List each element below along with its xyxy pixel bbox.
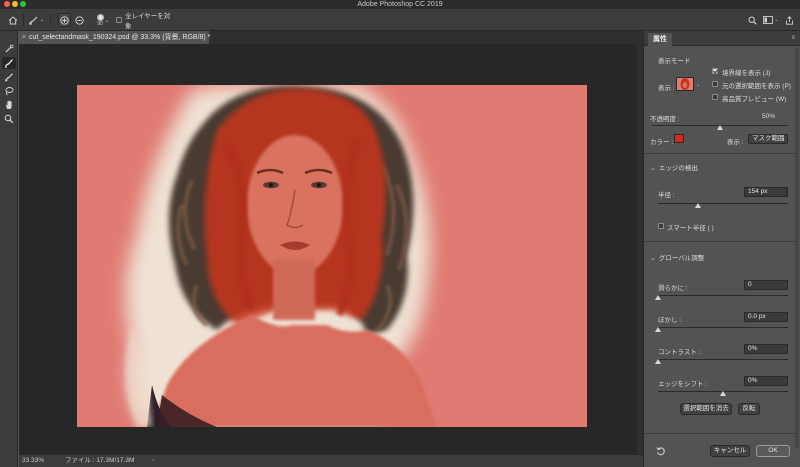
color-label: カラー : [650, 139, 674, 146]
reset-icon[interactable] [656, 446, 666, 458]
global-refine-section-toggle[interactable]: グローバル調整 [650, 252, 704, 262]
view-label: 表示 : [658, 85, 675, 92]
document-tab-label: cut_selectandmask_190324.psd @ 33.3% (背景… [29, 34, 211, 41]
zoom-level[interactable]: 33.33% [22, 455, 44, 467]
workspace-switcher-icon[interactable]: ⌄ [763, 13, 779, 27]
opacity-label: 不透明度 : [650, 116, 680, 123]
smooth-input[interactable]: 0 [744, 280, 788, 290]
sample-all-layers-label: 全レイヤーを対象 [124, 13, 171, 30]
view-mode-chevron-icon[interactable]: ⌄ [696, 82, 700, 88]
radius-label: 半径 : [658, 192, 675, 199]
properties-tab[interactable]: 属性 [648, 33, 672, 46]
brush-dot-icon [96, 13, 104, 21]
close-window-icon[interactable] [4, 1, 10, 7]
ok-button[interactable]: OK [756, 445, 790, 457]
show-original-label: 元の選択範囲を表示 (P) [722, 83, 791, 90]
opacity-value[interactable]: 50% [762, 113, 775, 120]
smooth-slider-track[interactable] [658, 295, 788, 296]
contrast-label: コントラスト : [658, 349, 701, 356]
separator [50, 14, 51, 26]
global-refine-title: グローバル調整 [658, 255, 705, 262]
cancel-button[interactable]: キャンセル [710, 445, 750, 457]
shift-edge-label: エッジをシフト : [658, 381, 708, 388]
feather-label: ぼかし : [658, 317, 682, 324]
contrast-slider-thumb[interactable] [655, 359, 661, 364]
divider [644, 433, 796, 434]
sample-all-layers-option[interactable]: 全レイヤーを対象 [116, 13, 176, 30]
smooth-slider-thumb[interactable] [655, 295, 661, 300]
brush-size-value: 90 [97, 20, 103, 27]
shift-edge-input[interactable]: 0% [744, 376, 788, 386]
quick-selection-tool-icon[interactable] [2, 43, 16, 55]
document-image[interactable] [77, 85, 587, 427]
smart-radius-shortcut: ) [709, 225, 714, 232]
panel-menu-icon[interactable]: ≡ [791, 35, 795, 41]
properties-panel: 属性 ≡ 表示モード 表示 : ⌄ 境界線を表示 (J) 元の選択範囲を表示 (… [643, 31, 800, 467]
contrast-input[interactable]: 0% [744, 344, 788, 354]
add-to-selection-button[interactable] [58, 13, 71, 27]
share-icon[interactable] [783, 13, 795, 27]
smart-radius-checkbox[interactable] [658, 223, 664, 229]
tools-panel [0, 31, 18, 467]
zoom-window-icon[interactable] [20, 1, 26, 7]
smart-radius-label: スマート半径 ( ) [667, 222, 714, 232]
contrast-slider-track[interactable] [658, 359, 788, 360]
chevron-down-icon: ⌄ [780, 136, 785, 142]
hq-preview-checkbox[interactable] [712, 94, 718, 100]
edge-detection-section-toggle[interactable]: エッジの検出 [650, 162, 698, 172]
minimize-window-icon[interactable] [12, 1, 18, 7]
status-bar: 33.33% ファイル : 17.3M/17.3M › [19, 454, 643, 467]
show-edge-label: 境界線を表示 (J) [722, 70, 771, 77]
feather-input[interactable]: 0.0 px [744, 312, 788, 322]
document-tab-bar: × cut_selectandmask_190324.psd @ 33.3% (… [19, 31, 643, 44]
app-title: Adobe Photoshop CC 2019 [357, 1, 443, 8]
radius-slider-track[interactable] [658, 203, 788, 204]
radius-slider-thumb[interactable] [695, 203, 702, 208]
brush-tool-icon[interactable] [2, 71, 16, 83]
display-dropdown[interactable]: マスク範囲 ⌄ [748, 134, 788, 144]
hq-preview-label: 高品質プレビュー (W) [722, 96, 787, 103]
zoom-tool-icon[interactable] [2, 113, 16, 125]
show-original-checkbox[interactable] [712, 81, 718, 87]
search-icon[interactable] [746, 13, 758, 27]
display-dropdown-value: マスク範囲 [752, 135, 785, 142]
display-label: 表示 : [727, 139, 744, 146]
overlay-color-swatch[interactable] [674, 134, 684, 143]
subtract-from-selection-button[interactable] [73, 13, 86, 27]
panel-scrollbar[interactable] [795, 48, 799, 448]
show-edge-checkbox[interactable] [712, 68, 718, 74]
refine-edge-brush-tool-icon[interactable] [2, 57, 16, 69]
shift-edge-slider-thumb[interactable] [720, 391, 726, 396]
separator [23, 14, 24, 26]
view-mode-thumbnail[interactable] [676, 77, 694, 91]
view-mode-title: 表示モード [658, 58, 691, 65]
clear-selection-button[interactable]: 選択範囲を消去 [680, 403, 732, 415]
lasso-tool-icon[interactable] [2, 85, 16, 97]
sample-all-layers-checkbox[interactable] [116, 17, 122, 23]
opacity-slider-thumb[interactable] [717, 125, 723, 130]
file-size-info: ファイル : 17.3M/17.3M [65, 457, 135, 464]
edge-detection-title: エッジの検出 [658, 165, 698, 172]
hand-tool-icon[interactable] [2, 99, 16, 111]
status-menu-arrow[interactable]: › [152, 455, 154, 467]
invert-button[interactable]: 反転 [738, 403, 760, 415]
chevron-down-icon[interactable]: ⌄ [104, 13, 110, 27]
panel-header: 属性 ≡ [644, 31, 800, 46]
feather-slider-track[interactable] [658, 327, 788, 328]
canvas-area[interactable] [19, 44, 643, 454]
feather-slider-thumb[interactable] [655, 327, 661, 332]
home-icon[interactable] [6, 13, 20, 27]
document-tab[interactable]: × cut_selectandmask_190324.psd @ 33.3% (… [19, 31, 211, 44]
smooth-label: 滑らかに : [658, 285, 688, 292]
portrait-with-mask-overlay [77, 85, 587, 427]
radius-input[interactable]: 154 px [744, 187, 788, 197]
divider [644, 241, 796, 242]
divider [644, 153, 796, 154]
title-bar: Adobe Photoshop CC 2019 [0, 0, 800, 9]
close-tab-icon[interactable]: × [22, 31, 26, 44]
brush-tool-preset-icon[interactable]: ⌄ [28, 13, 44, 27]
options-bar: ⌄ 90 ⌄ 全レイヤーを対象 ⌄ [0, 9, 800, 31]
smart-radius-text: スマート半径 ( [667, 225, 710, 232]
